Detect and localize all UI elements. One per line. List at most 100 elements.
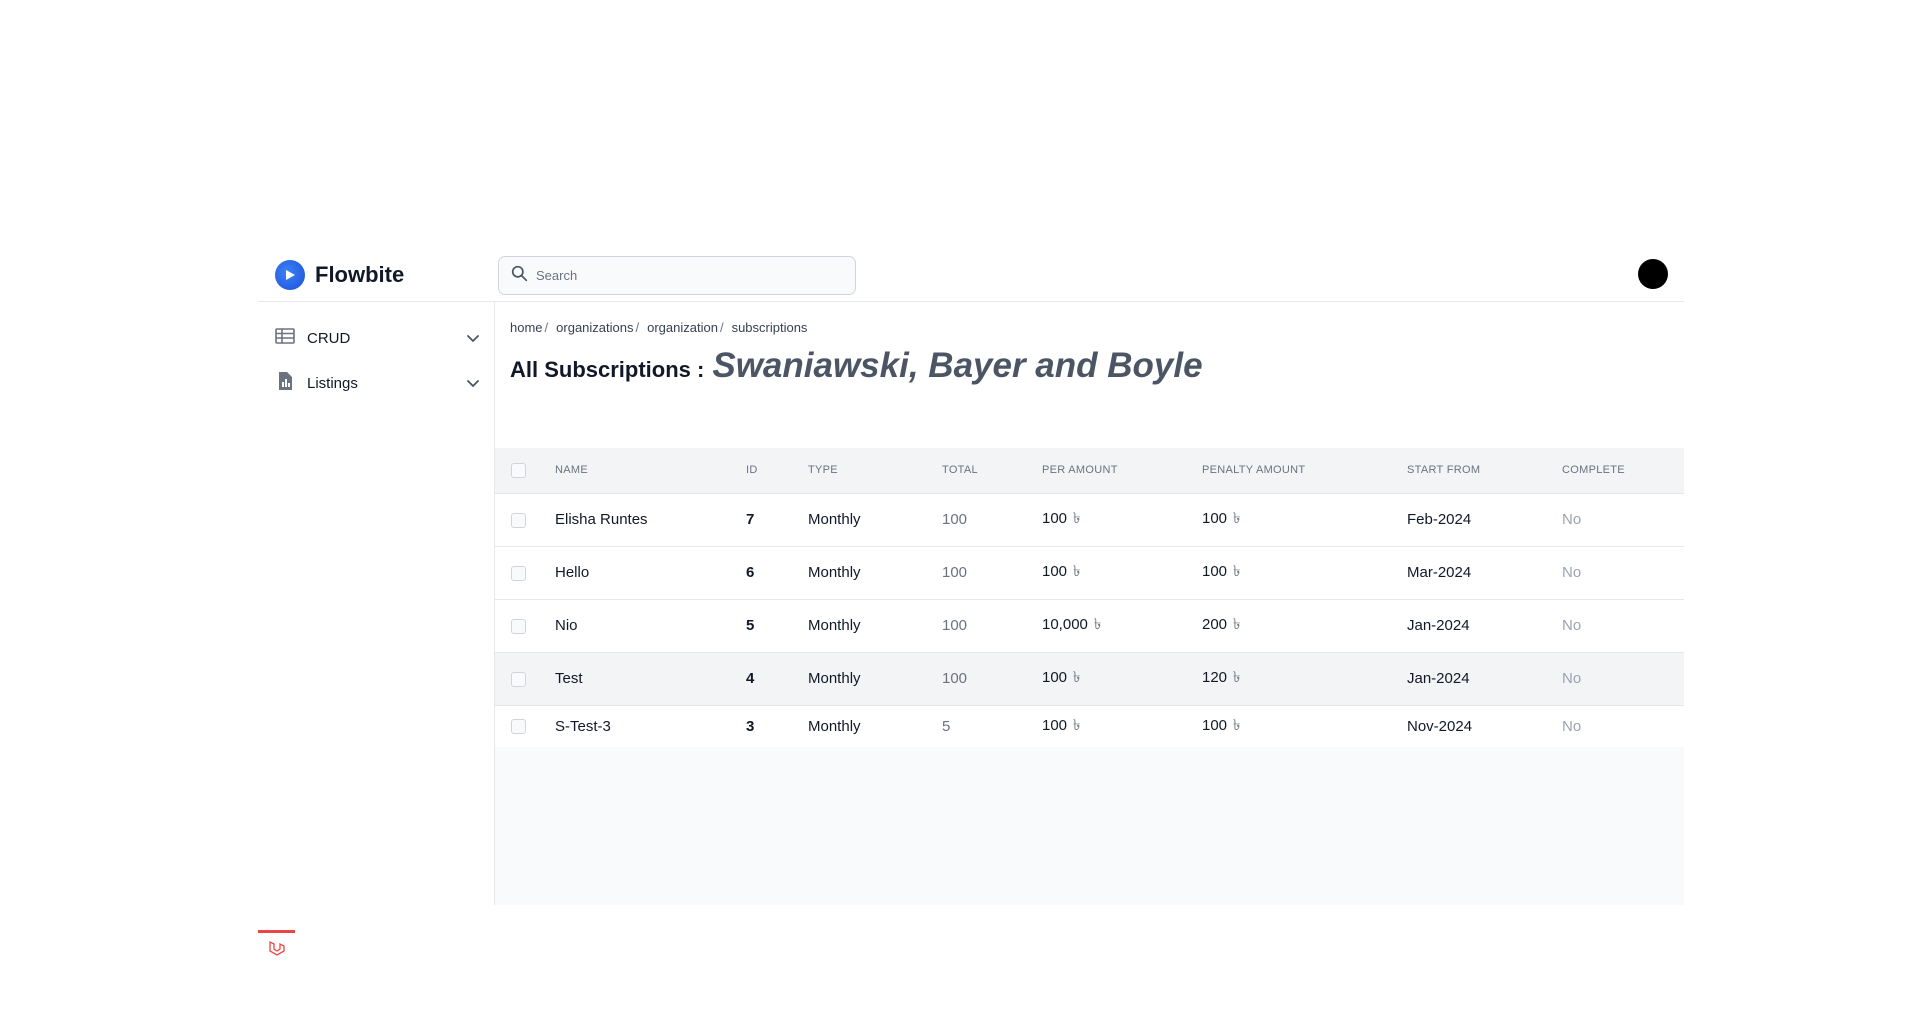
cell-complete: No (1562, 717, 1582, 735)
taka-currency-icon: ৳ (1233, 510, 1241, 527)
cell-start-from: Jan-2024 (1407, 670, 1470, 687)
search-icon (511, 265, 528, 287)
chevron-down-icon[interactable] (466, 376, 480, 390)
row-select-cell (495, 493, 555, 546)
row-select-cell (495, 705, 555, 747)
cell-start-from: Feb-2024 (1407, 511, 1472, 528)
row-checkbox[interactable] (511, 565, 526, 581)
taka-currency-icon: ৳ (1233, 563, 1241, 580)
row-checkbox[interactable] (511, 618, 526, 634)
per-amount-value: 10,000 (1042, 616, 1088, 633)
taka-currency-icon: ৳ (1073, 510, 1081, 527)
cell-penalty-amount: 100 ৳ (1202, 546, 1407, 599)
penalty-amount-value: 100 (1202, 510, 1228, 527)
search-box[interactable] (498, 256, 856, 295)
cell-name: S-Test-3 (555, 717, 611, 735)
cell-complete: No (1562, 617, 1582, 634)
row-select-cell (495, 652, 555, 705)
row-checkbox[interactable] (511, 719, 526, 735)
cell-name: Test (555, 670, 583, 687)
table-row[interactable]: S-Test-3 3 Monthly 5 100 ৳ 100 ৳ Nov-2024 … (495, 705, 1684, 747)
per-amount-value: 100 (1042, 716, 1068, 734)
taka-currency-icon: ৳ (1233, 716, 1241, 734)
breadcrumb-organizations[interactable]: organizations (556, 320, 633, 335)
taka-currency-icon: ৳ (1233, 616, 1241, 633)
cell-complete: No (1562, 670, 1582, 687)
user-avatar[interactable] (1638, 259, 1668, 289)
per-amount-value: 100 (1042, 510, 1068, 527)
penalty-amount-value: 100 (1202, 563, 1228, 580)
table-header-row: NAME ID TYPE TOTAL PER AMOUNT PENALTY AM… (495, 448, 1684, 493)
cell-start-from: Mar-2024 (1407, 564, 1472, 581)
header-total[interactable]: TOTAL (942, 448, 1042, 493)
cell-penalty-amount: 120 ৳ (1202, 652, 1407, 705)
cell-per-amount: 10,000 ৳ (1042, 599, 1202, 652)
cell-id: 5 (746, 617, 755, 634)
sidebar-item-label: Listings (307, 374, 358, 392)
header-per-amount[interactable]: PER AMOUNT (1042, 448, 1202, 493)
cell-penalty-amount: 200 ৳ (1202, 599, 1407, 652)
brand-name: Flowbite (315, 262, 405, 287)
select-all-cell (495, 448, 555, 493)
cell-total: 100 (942, 511, 968, 528)
laravel-debugbar-icon[interactable] (258, 930, 295, 962)
table-row[interactable]: Elisha Runtes 7 Monthly 100 100 ৳ 100 ৳ Fe… (495, 493, 1684, 546)
header-type[interactable]: TYPE (808, 448, 942, 493)
table-row[interactable]: Nio 5 Monthly 100 10,000 ৳ 200 ৳ Jan-2024 … (495, 599, 1684, 652)
taka-currency-icon: ৳ (1073, 563, 1081, 580)
search-input[interactable] (536, 268, 836, 283)
header-penalty-amount[interactable]: PENALTY AMOUNT (1202, 448, 1407, 493)
per-amount-value: 100 (1042, 563, 1068, 580)
header-start-from[interactable]: START FROM (1407, 448, 1562, 493)
sidebar-item-label: CRUD (307, 329, 351, 347)
organization-name: Swaniawski, Bayer and Boyle (712, 346, 1203, 385)
brand-logo[interactable]: Flowbite (275, 260, 404, 290)
chevron-down-icon[interactable] (466, 331, 480, 345)
header-id[interactable]: ID (746, 448, 808, 493)
breadcrumb-home[interactable]: home (510, 320, 543, 335)
row-select-cell (495, 599, 555, 652)
table-icon (275, 327, 295, 350)
row-checkbox[interactable] (511, 671, 526, 687)
cell-complete: No (1562, 564, 1582, 581)
cell-per-amount: 100 ৳ (1042, 493, 1202, 546)
flowbite-logo-icon (275, 260, 305, 290)
taka-currency-icon: ৳ (1093, 616, 1102, 633)
main-content: home / organizations / organization / subsc… (495, 302, 1684, 905)
cell-total: 5 (942, 717, 951, 735)
sidebar-item-crud[interactable]: CRUD (275, 323, 480, 353)
page-title-text: All Subscriptions : (510, 357, 705, 382)
per-amount-value: 100 (1042, 669, 1068, 686)
table-row[interactable]: Hello 6 Monthly 100 100 ৳ 100 ৳ Mar-2024 N… (495, 546, 1684, 599)
penalty-amount-value: 120 (1202, 669, 1228, 686)
cell-id: 3 (746, 717, 755, 735)
cell-total: 100 (942, 564, 968, 581)
sidebar: CRUD Listings (258, 302, 495, 956)
sidebar-item-listings[interactable]: Listings (275, 368, 480, 398)
cell-total: 100 (942, 670, 968, 687)
header-complete[interactable]: COMPLETE (1562, 448, 1684, 493)
app-shell: Flowbite CRUD Listings (258, 245, 1684, 956)
breadcrumb-subscriptions[interactable]: subscriptions (732, 320, 808, 335)
select-all-checkbox[interactable] (511, 462, 526, 478)
cell-per-amount: 100 ৳ (1042, 546, 1202, 599)
taka-currency-icon: ৳ (1073, 669, 1081, 686)
breadcrumb-organization[interactable]: organization (647, 320, 718, 335)
subscriptions-table-container: NAME ID TYPE TOTAL PER AMOUNT PENALTY AM… (495, 448, 1684, 905)
header-name[interactable]: NAME (555, 448, 746, 493)
cell-type: Monthly (808, 670, 861, 687)
breadcrumb-separator: / (544, 320, 549, 335)
taka-currency-icon: ৳ (1233, 669, 1241, 686)
subscriptions-table: NAME ID TYPE TOTAL PER AMOUNT PENALTY AM… (495, 448, 1684, 747)
document-chart-icon (275, 371, 295, 396)
cell-type: Monthly (808, 617, 861, 634)
cell-id: 6 (746, 564, 755, 581)
cell-name: Nio (555, 617, 578, 634)
row-checkbox[interactable] (511, 512, 526, 528)
table-row[interactable]: Test 4 Monthly 100 100 ৳ 120 ৳ Jan-2024 No (495, 652, 1684, 705)
cell-type: Monthly (808, 511, 861, 528)
cell-id: 7 (746, 511, 755, 528)
breadcrumb-separator: / (635, 320, 640, 335)
page-title: All Subscriptions : Swaniawski, Bayer an… (510, 346, 1203, 386)
cell-id: 4 (746, 670, 755, 687)
